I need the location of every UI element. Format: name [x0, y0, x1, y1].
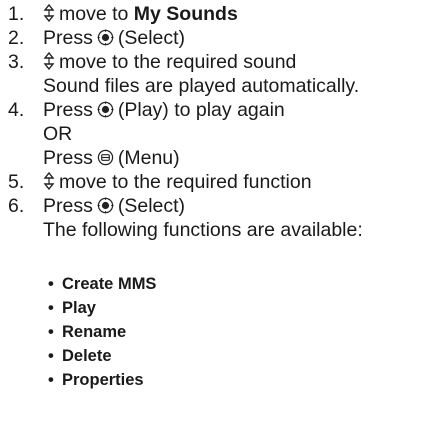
step-number: 5.	[8, 171, 25, 193]
list-item: • Create MMS	[0, 272, 433, 296]
step-4-alternative: Press (Menu)	[0, 146, 433, 170]
step-text: (Select)	[117, 195, 186, 217]
step-text: (Play) to play again	[117, 99, 285, 121]
step-text: (Menu)	[117, 147, 180, 169]
step-number: 3.	[8, 51, 25, 73]
function-name: Delete	[62, 347, 112, 365]
list-item: • Properties	[0, 368, 433, 392]
step-text: move to the required sound	[59, 51, 297, 73]
list-item: • Play	[0, 296, 433, 320]
step-4: 4. Press (Play) to play again	[0, 98, 433, 122]
step-text: move to the required function	[59, 171, 312, 193]
step-text: OR	[43, 123, 73, 145]
step-number: 4.	[8, 99, 25, 121]
step-3-note: Sound files are played automatically.	[0, 74, 433, 98]
bullet: •	[48, 371, 54, 389]
step-4-or: OR	[0, 122, 433, 146]
step-1: 1. move to My Sounds	[0, 2, 433, 26]
step-number: 6.	[8, 195, 25, 217]
bullet: •	[48, 275, 54, 293]
select-center-key-icon	[97, 101, 114, 118]
bullet: •	[48, 347, 54, 365]
step-text: move to	[59, 3, 134, 25]
step-3: 3. move to the required sound	[0, 50, 433, 74]
menu-key-icon	[97, 149, 114, 166]
list-item: • Rename	[0, 320, 433, 344]
up-down-navigation-key-icon	[43, 4, 55, 22]
list-item: • Delete	[0, 344, 433, 368]
step-prefix: Press	[43, 195, 93, 217]
step-2: 2. Press (Select)	[0, 26, 433, 50]
function-name: Properties	[62, 371, 144, 389]
function-name: Play	[62, 299, 96, 317]
step-text: (Select)	[117, 27, 186, 49]
select-center-key-icon	[97, 29, 114, 46]
step-prefix: Press	[43, 99, 93, 121]
up-down-navigation-key-icon	[43, 172, 55, 190]
step-prefix: Press	[43, 27, 93, 49]
step-prefix: Press	[43, 147, 93, 169]
function-list: • Create MMS • Play • Rename • Delete • …	[0, 272, 433, 392]
up-down-navigation-key-icon	[43, 52, 55, 70]
function-name: Rename	[62, 323, 127, 341]
step-number: 2.	[8, 27, 25, 49]
instruction-steps: 1. move to My Sounds 2. Press (Select) 3…	[0, 2, 433, 242]
function-name: Create MMS	[62, 275, 157, 293]
step-text: The following functions are available:	[43, 219, 363, 241]
step-6-note: The following functions are available:	[0, 218, 433, 242]
step-6: 6. Press (Select)	[0, 194, 433, 218]
step-5: 5. move to the required function	[0, 170, 433, 194]
step-text: Sound files are played automatically.	[43, 75, 360, 97]
bullet: •	[48, 299, 54, 317]
select-center-key-icon	[97, 197, 114, 214]
menu-name: My Sounds	[133, 3, 238, 25]
step-number: 1.	[8, 3, 25, 25]
bullet: •	[48, 323, 54, 341]
